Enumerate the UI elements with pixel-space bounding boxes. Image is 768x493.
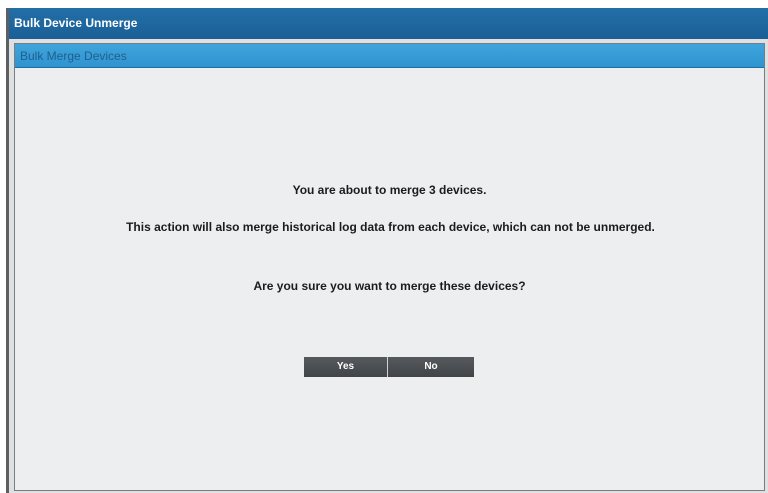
dialog-window: Bulk Device Unmerge Bulk Merge Devices Y…: [6, 8, 768, 493]
no-button[interactable]: No: [388, 357, 474, 377]
merge-panel: Bulk Merge Devices You are about to merg…: [14, 43, 765, 491]
merge-warning-message: This action will also merge historical l…: [126, 220, 655, 234]
merge-confirm-message: Are you sure you want to merge these dev…: [253, 279, 526, 293]
window-title: Bulk Device Unmerge: [9, 8, 768, 39]
merge-count-message: You are about to merge 3 devices.: [292, 183, 487, 197]
panel-header: Bulk Merge Devices: [15, 44, 764, 68]
button-group: Yes No: [304, 357, 474, 377]
yes-button[interactable]: Yes: [304, 357, 388, 377]
